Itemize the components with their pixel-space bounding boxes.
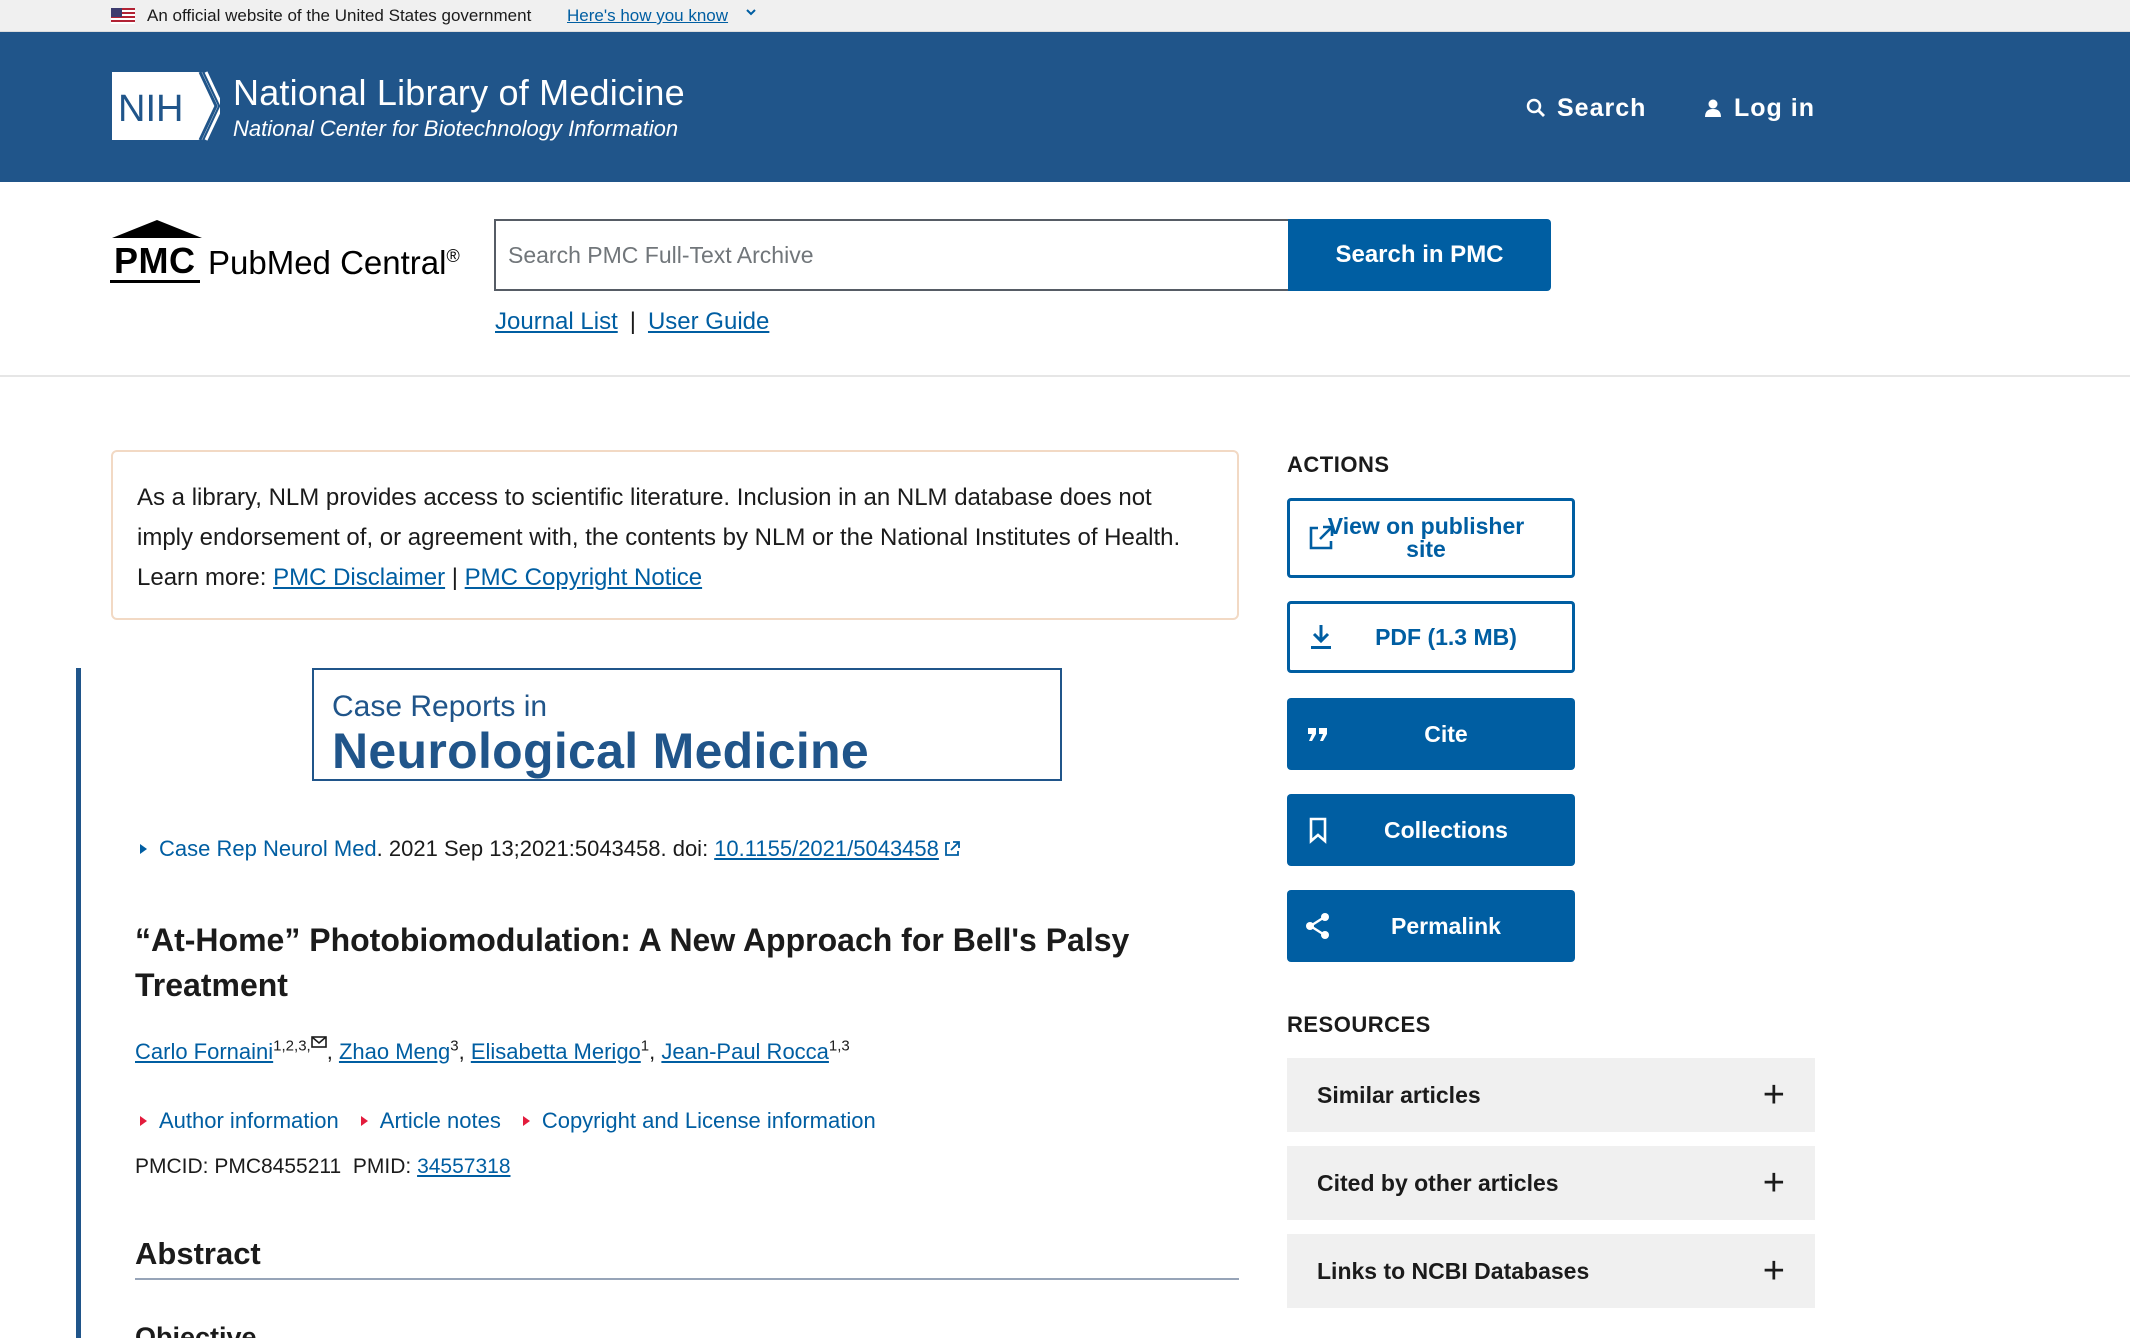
nih-logo-text: NIH	[118, 88, 183, 130]
cite-button[interactable]: Cite	[1287, 698, 1575, 770]
copyright-license-toggle[interactable]: Copyright and License information	[522, 1108, 876, 1134]
collections-button[interactable]: Collections	[1287, 794, 1575, 866]
citation-details: . 2021 Sep 13;2021:5043458. doi:	[376, 836, 709, 861]
plus-icon: +	[1762, 1162, 1785, 1204]
nih-header: NIH National Library of Medicine Nationa…	[0, 32, 2130, 182]
journal-list-link[interactable]: Journal List	[495, 308, 618, 336]
pmc-roof-icon	[112, 220, 202, 238]
pmc-links: Journal List | User Guide	[495, 308, 769, 336]
author-link[interactable]: Elisabetta Merigo	[471, 1039, 641, 1064]
similar-articles-label: Similar articles	[1317, 1081, 1481, 1108]
search-icon	[1526, 98, 1545, 117]
ncbi-links-accordion[interactable]: Links to NCBI Databases +	[1287, 1234, 1815, 1308]
journal-abbrev-link[interactable]: Case Rep Neurol Med	[159, 836, 377, 862]
pdf-download-button[interactable]: PDF (1.3 MB)	[1287, 601, 1575, 673]
user-icon	[1705, 99, 1721, 117]
external-link-icon	[945, 841, 960, 856]
article-ids: PMCID: PMC8455211 PMID: 34557318	[135, 1155, 511, 1179]
chevron-down-icon[interactable]	[744, 5, 758, 19]
caret-right-icon	[140, 1116, 147, 1126]
user-guide-link[interactable]: User Guide	[648, 308, 769, 336]
pmc-search-input[interactable]	[494, 219, 1288, 291]
objective-heading: Objective	[135, 1322, 257, 1338]
plus-icon: +	[1762, 1250, 1785, 1292]
journal-banner-line2: Neurological Medicine	[332, 723, 869, 779]
cited-by-label: Cited by other articles	[1317, 1169, 1559, 1196]
abstract-heading: Abstract	[135, 1236, 261, 1271]
gov-banner-text: An official website of the United States…	[147, 6, 532, 25]
pmc-copyright-link[interactable]: PMC Copyright Notice	[465, 564, 702, 591]
learn-more-label: Learn more:	[137, 564, 267, 591]
ncbi-links-label: Links to NCBI Databases	[1317, 1257, 1590, 1284]
caret-right-icon	[360, 1116, 368, 1126]
abstract-divider	[135, 1278, 1239, 1280]
author-link[interactable]: Zhao Meng	[339, 1039, 450, 1064]
permalink-button[interactable]: Permalink	[1287, 890, 1575, 962]
article-notes-toggle[interactable]: Article notes	[360, 1108, 501, 1134]
author-separator: ,	[458, 1039, 471, 1064]
external-link-icon	[1306, 523, 1336, 553]
link-separator: |	[629, 308, 636, 335]
disclaimer-separator: |	[451, 564, 458, 591]
author-link[interactable]: Carlo Fornaini	[135, 1039, 273, 1064]
author-separator: ,	[326, 1039, 339, 1064]
pmid-link[interactable]: 34557318	[417, 1155, 510, 1178]
article-title: “At-Home” Photobiomodulation: A New Appr…	[135, 922, 1130, 1003]
journal-banner-line1: Case Reports in	[332, 690, 548, 723]
pmc-disclaimer-link[interactable]: PMC Disclaimer	[273, 564, 445, 591]
bookmark-icon	[1303, 815, 1333, 845]
citation-line: Case Rep Neurol Med . 2021 Sep 13;2021:5…	[140, 836, 961, 862]
login-label: Log in	[1734, 93, 1815, 122]
author-affiliation: 1,3	[828, 1037, 850, 1055]
pmc-mark: PMC	[110, 242, 200, 283]
share-icon	[1303, 911, 1333, 941]
similar-articles-accordion[interactable]: Similar articles +	[1287, 1058, 1815, 1132]
download-icon	[1306, 622, 1336, 652]
heres-how-you-know-link[interactable]: Here's how you know	[567, 6, 728, 26]
caret-right-icon	[522, 1116, 530, 1126]
pmcid: PMCID: PMC8455211	[135, 1155, 342, 1178]
resources-heading: RESOURCES	[1287, 1012, 1431, 1037]
mail-icon[interactable]	[310, 1036, 327, 1048]
ncbi-subtitle: National Center for Biotechnology Inform…	[233, 116, 679, 141]
search-in-pmc-button[interactable]: Search in PMC	[1288, 219, 1551, 291]
caret-right-icon	[140, 844, 147, 854]
author-information-toggle[interactable]: Author information	[140, 1108, 339, 1134]
nih-logo[interactable]: NIH	[110, 70, 220, 142]
login-button[interactable]: Log in	[1702, 88, 1815, 128]
doi-link[interactable]: 10.1155/2021/5043458	[714, 836, 939, 862]
author-affiliation: 1	[640, 1037, 650, 1055]
actions-heading: ACTIONS	[1287, 452, 1390, 477]
us-flag-icon	[111, 8, 135, 24]
cited-by-accordion[interactable]: Cited by other articles +	[1287, 1146, 1815, 1220]
author-list: Carlo Fornaini1,2,3,, Zhao Meng3, Elisab…	[135, 1036, 850, 1065]
gov-banner: An official website of the United States…	[0, 0, 2130, 32]
author-affiliation: 3	[450, 1037, 459, 1055]
nlm-title[interactable]: National Library of Medicine	[233, 72, 685, 114]
quote-icon	[1303, 719, 1333, 749]
author-link[interactable]: Jean-Paul Rocca	[661, 1039, 829, 1064]
pmc-logo[interactable]: PMC PubMed Central®	[110, 218, 470, 294]
disclaimer-text: As a library, NLM provides access to sci…	[137, 484, 1181, 551]
view-on-publisher-button[interactable]: View on publisher site	[1287, 498, 1575, 578]
journal-banner[interactable]: Case Reports in Neurological Medicine	[312, 668, 1062, 781]
header-search-label: Search	[1557, 93, 1647, 122]
article-meta-links: Author information Article notes Copyrig…	[140, 1108, 876, 1134]
pmc-name: PubMed Central®	[208, 244, 460, 281]
plus-icon: +	[1762, 1074, 1785, 1116]
pmid-label: PMID:	[352, 1155, 412, 1178]
article-left-rule	[76, 668, 81, 1338]
author-affiliation: 1,2,3,	[273, 1037, 311, 1055]
author-separator: ,	[649, 1039, 662, 1064]
header-search-button[interactable]: Search	[1525, 88, 1646, 128]
nlm-disclaimer: As a library, NLM provides access to sci…	[111, 450, 1239, 620]
pmc-search-bar: PMC PubMed Central® Search in PMC Journa…	[0, 182, 2130, 377]
